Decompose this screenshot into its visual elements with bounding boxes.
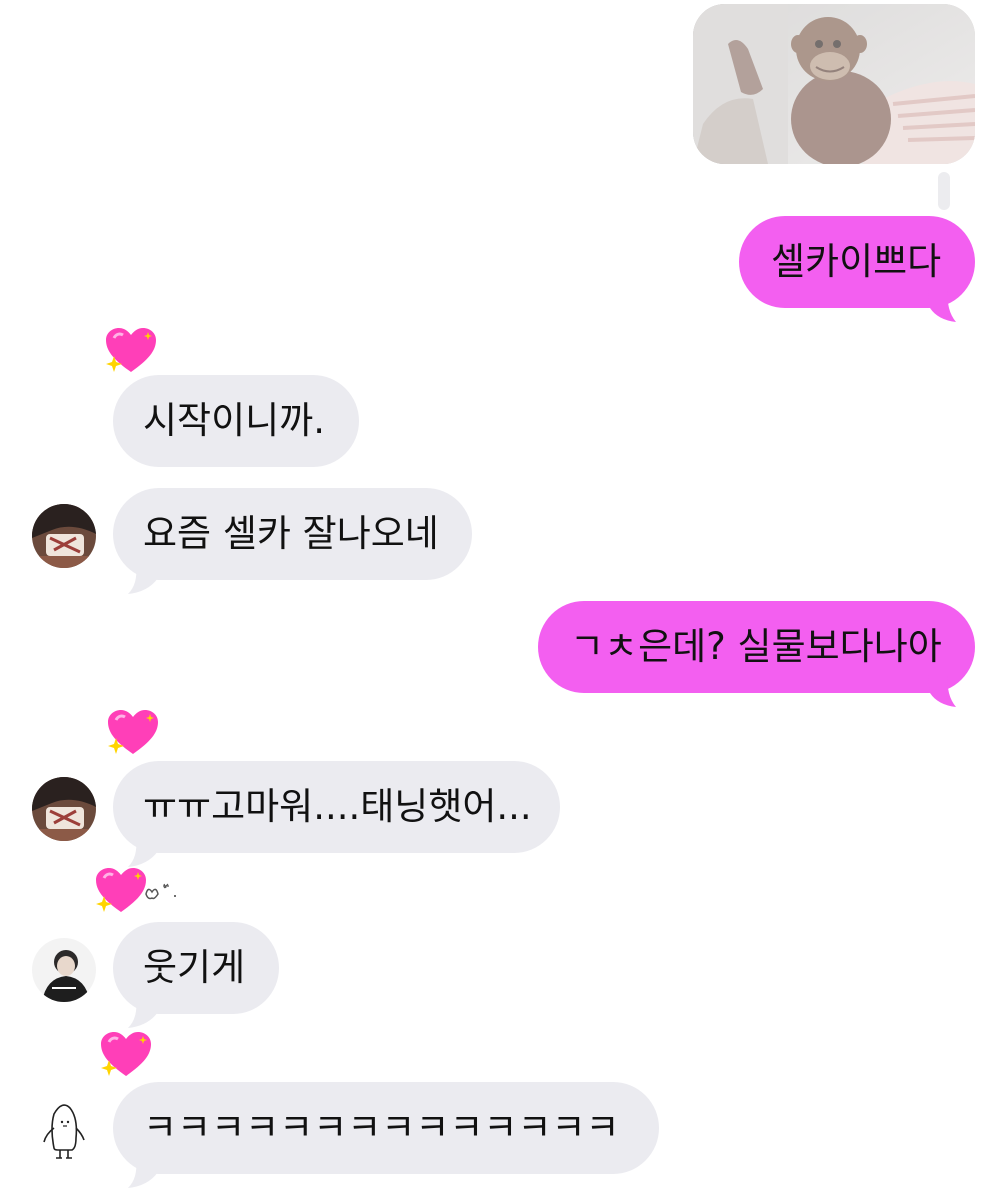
avatar-image xyxy=(32,777,96,841)
sparkle-decoration-icon xyxy=(145,883,176,900)
bubble-tail xyxy=(128,1160,158,1188)
monkey-plush-photo-image xyxy=(693,4,975,164)
message-text: ㅠㅠ고마워....태닝햇어... xyxy=(143,785,532,828)
message-text: 웃기게 xyxy=(143,946,246,989)
sparkling-heart-icon xyxy=(101,1032,151,1076)
sent-message-bubble[interactable]: ㄱㅊ은데? 실물보다나아 xyxy=(538,601,975,693)
bubble-tail xyxy=(928,290,956,322)
message-text: 시작이니까. xyxy=(143,399,325,442)
bubble-tail xyxy=(128,1000,158,1028)
message-text: 요즘 셀카 잘나오네 xyxy=(143,512,439,555)
received-message-bubble[interactable]: 요즘 셀카 잘나오네 xyxy=(113,488,472,580)
received-message-bubble[interactable]: ㅠㅠ고마워....태닝햇어... xyxy=(113,761,560,853)
photo-scroll-indicator xyxy=(938,172,950,210)
sparkling-heart-icon xyxy=(108,710,158,754)
received-message-bubble[interactable]: ㅋㅋㅋㅋㅋㅋㅋㅋㅋㅋㅋㅋㅋㅋ xyxy=(113,1082,659,1174)
sparkling-heart-icon xyxy=(106,328,156,372)
bubble-tail xyxy=(928,675,956,707)
bubble-tail xyxy=(128,839,158,867)
avatar[interactable] xyxy=(32,504,96,568)
avatar-image xyxy=(32,504,96,568)
message-text: ㄱㅊ은데? 실물보다나아 xyxy=(570,625,942,668)
bubble-tail xyxy=(128,566,158,594)
shared-photo[interactable] xyxy=(693,4,975,164)
received-message-bubble[interactable]: 시작이니까. xyxy=(113,375,359,467)
avatar[interactable] xyxy=(32,1098,96,1162)
sparkling-heart-icon xyxy=(96,868,146,912)
avatar[interactable] xyxy=(32,938,96,1002)
message-text: 셀카이쁘다 xyxy=(771,240,942,283)
doodle-character-icon xyxy=(43,1104,85,1159)
message-text: ㅋㅋㅋㅋㅋㅋㅋㅋㅋㅋㅋㅋㅋㅋ xyxy=(143,1106,620,1149)
avatar[interactable] xyxy=(32,777,96,841)
avatar-image xyxy=(32,938,96,1002)
